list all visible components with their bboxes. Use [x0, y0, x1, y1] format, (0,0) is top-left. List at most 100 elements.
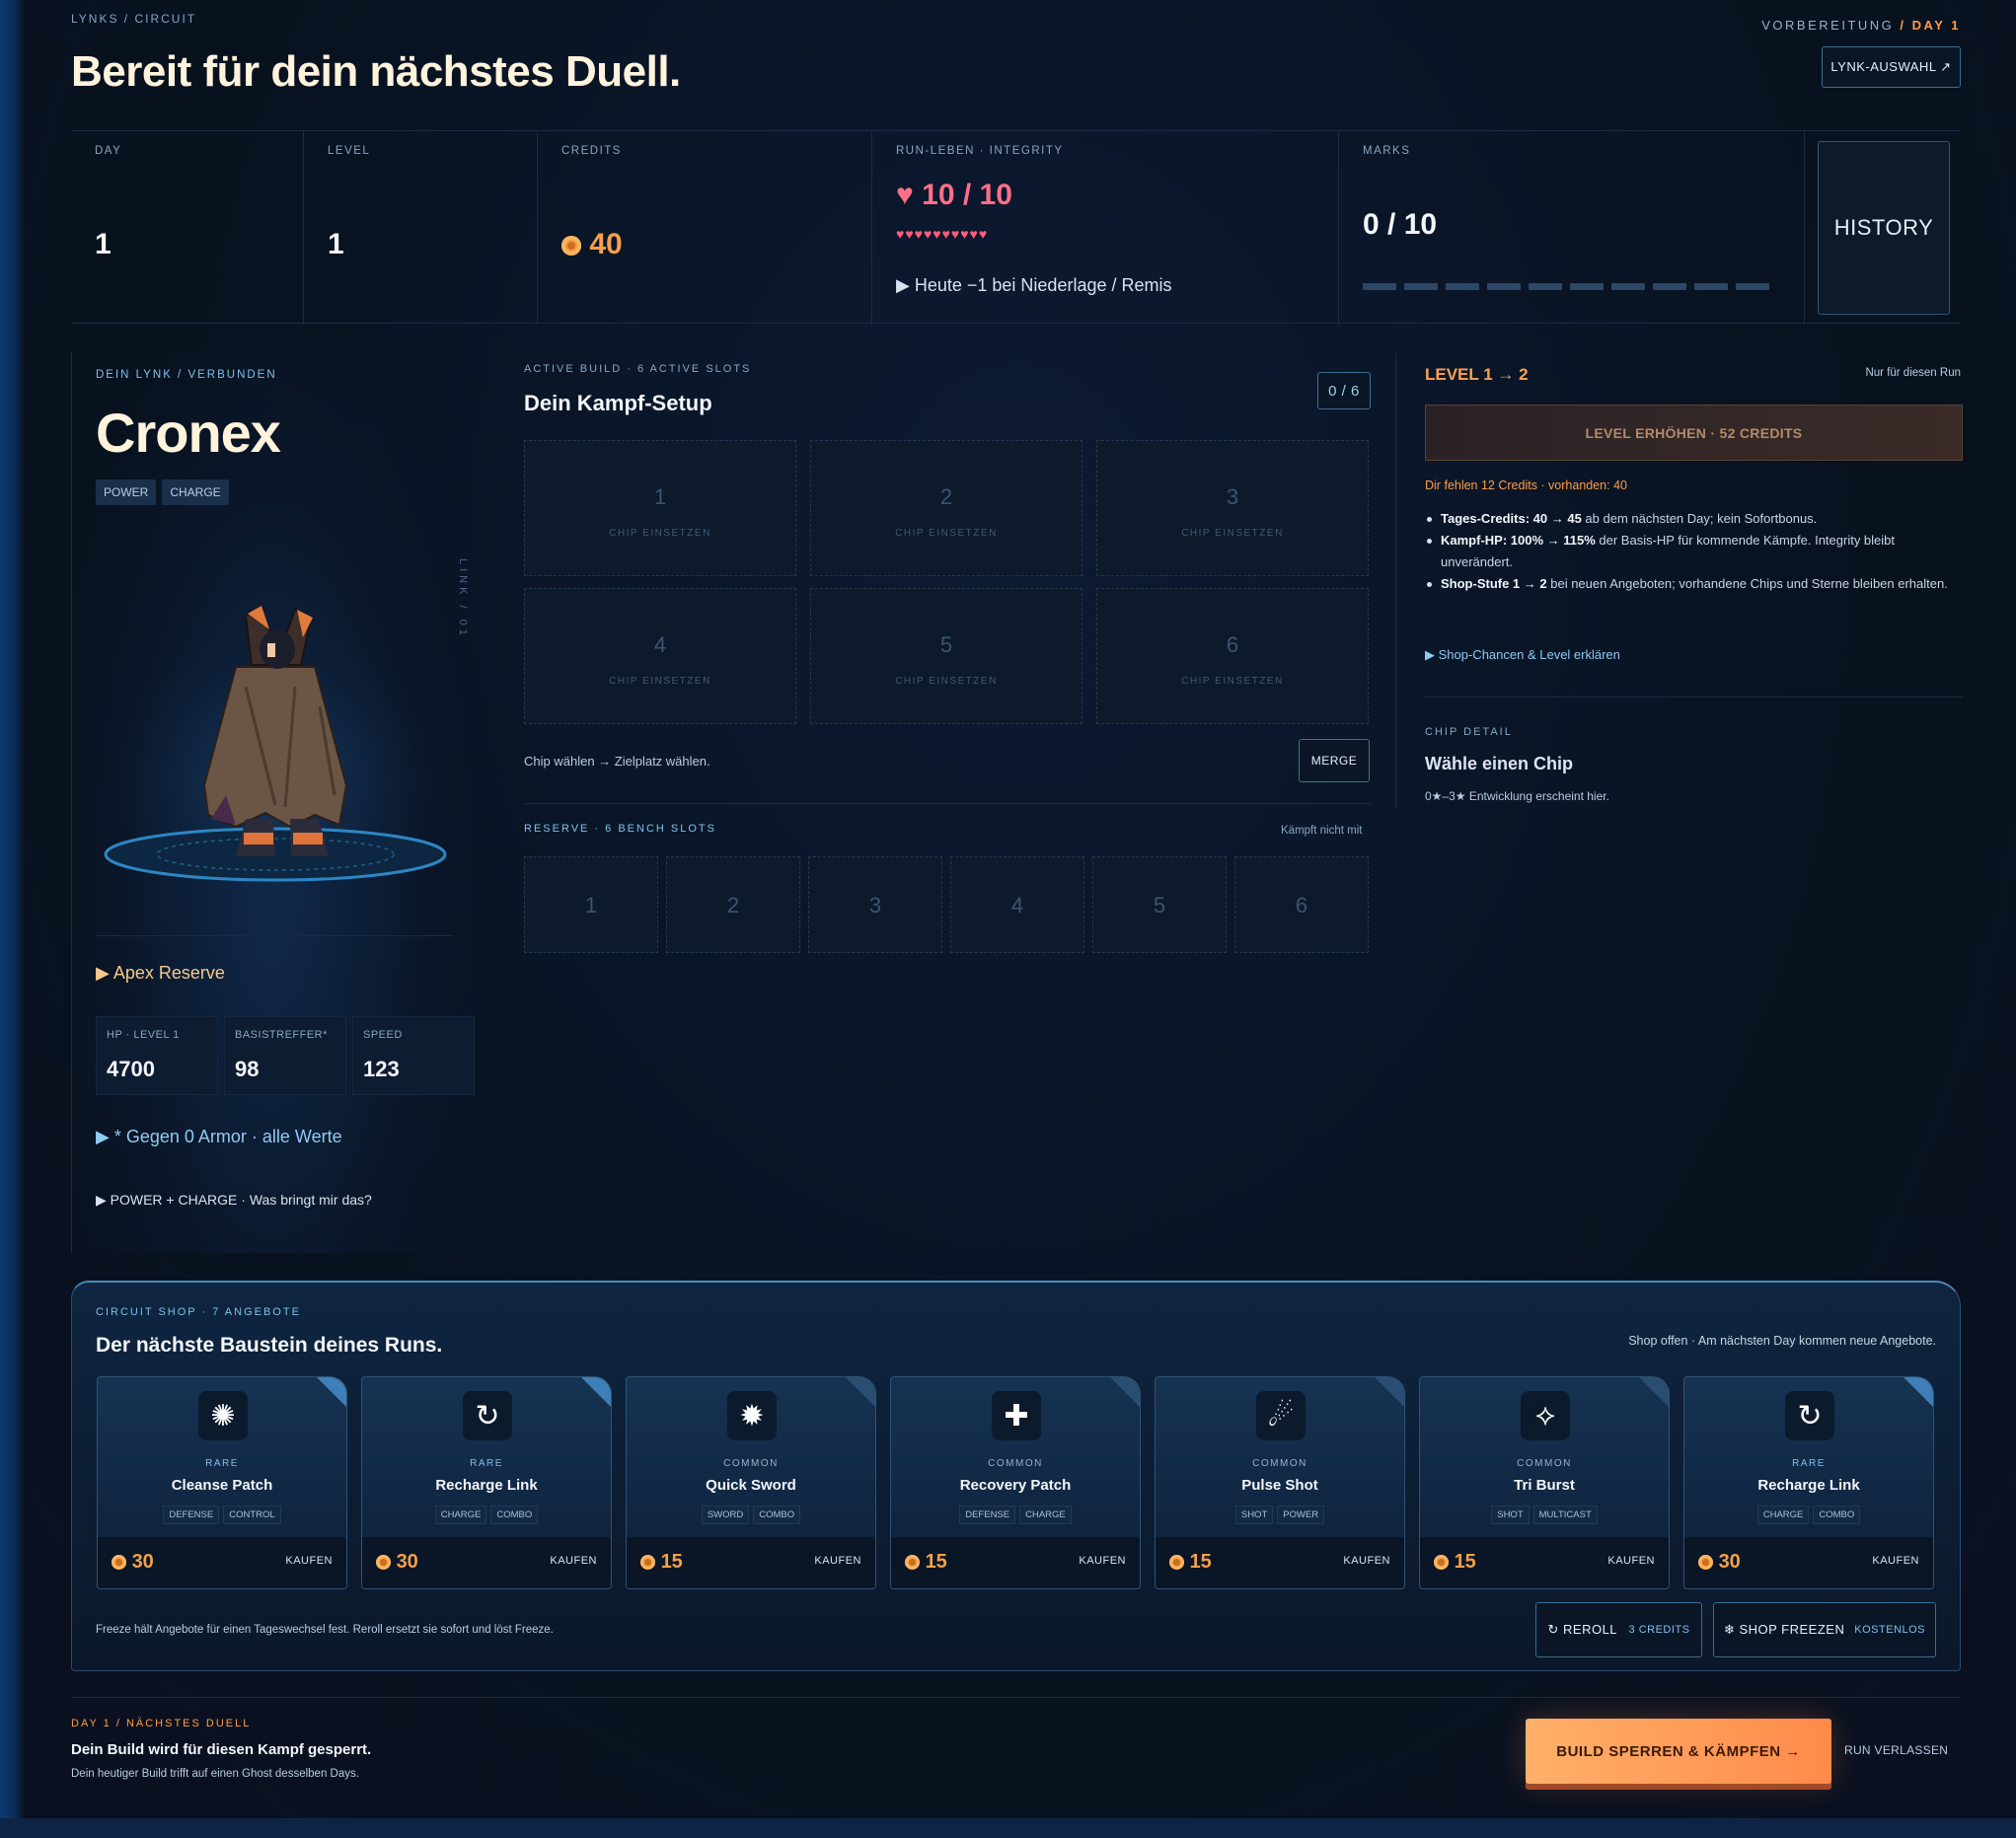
build-slot-2[interactable]: 2 CHIP EINSETZEN	[810, 440, 1083, 576]
benefit-bold: Tages-Credits: 40 → 45	[1441, 511, 1582, 526]
chip-tag: CHARGE	[1019, 1506, 1072, 1524]
buy-button[interactable]: KAUFEN	[1607, 1555, 1655, 1567]
shop-explain-link[interactable]: ▶ Shop-Chancen & Level erklären	[1425, 647, 1620, 663]
buy-button[interactable]: KAUFEN	[814, 1555, 861, 1567]
buy-button[interactable]: KAUFEN	[285, 1555, 333, 1567]
price-value: 15	[1454, 1551, 1476, 1573]
freeze-cost: KOSTENLOS	[1854, 1624, 1926, 1636]
bench-number: 6	[1295, 893, 1308, 918]
shop-card[interactable]: ☄ COMMON Pulse Shot SHOT POWER 15 KAUFEN	[1155, 1376, 1405, 1589]
chip-tags: DEFENSE CHARGE	[891, 1505, 1140, 1524]
price: 15	[640, 1551, 683, 1574]
freeze-label: ❄ SHOP FREEZEN	[1723, 1622, 1845, 1637]
slot-hint: CHIP EINSETZEN	[895, 676, 998, 687]
bench-number: 4	[1010, 893, 1024, 918]
bench-slot-6[interactable]: 6	[1234, 856, 1369, 953]
build-slot-3[interactable]: 3 CHIP EINSETZEN	[1096, 440, 1369, 576]
chip-tag: SHOT	[1234, 1506, 1274, 1524]
benefit-item: Kampf-HP: 100% → 115% der Basis-HP für k…	[1425, 530, 1963, 573]
build-slot-1[interactable]: 1 CHIP EINSETZEN	[524, 440, 796, 576]
hearts-row: ♥♥♥♥♥♥♥♥♥♥	[896, 226, 989, 242]
chip-name: Recharge Link	[435, 1477, 538, 1494]
reroll-cost: 3 CREDITS	[1628, 1624, 1690, 1636]
leave-run-button[interactable]: RUN VERLASSEN	[1844, 1743, 1948, 1757]
bench-number: 2	[726, 893, 740, 918]
lynk-tags: POWER CHARGE	[96, 479, 235, 505]
price-value: 15	[1189, 1551, 1212, 1573]
reserve-note: Kämpft nicht mit	[1281, 825, 1363, 837]
bench-slot-5[interactable]: 5	[1092, 856, 1227, 953]
chip-tag: COMBO	[1813, 1506, 1861, 1524]
shop-card[interactable]: ✚ COMMON Recovery Patch DEFENSE CHARGE 15 KAU…	[890, 1376, 1141, 1589]
stat-label: MARKS	[1363, 145, 1411, 157]
shop-card[interactable]: ↻ RARE Recharge Link CHARGE COMBO 30 KAUFEN	[361, 1376, 612, 1589]
reroll-button[interactable]: ↻ REROLL 3 CREDITS	[1535, 1602, 1702, 1657]
build-slot-6[interactable]: 6 CHIP EINSETZEN	[1096, 588, 1369, 724]
buy-button[interactable]: KAUFEN	[1079, 1555, 1126, 1567]
synergy-toggle[interactable]: ▶ POWER + CHARGE · Was bringt mir das?	[96, 1192, 372, 1209]
mark-slot	[1487, 283, 1521, 290]
phase-indicator: VORBEREITUNG / DAY 1	[1761, 18, 1961, 33]
price-value: 30	[396, 1551, 418, 1573]
stat-integrity: RUN-LEBEN · INTEGRITY ♥ 10 / 10 ♥♥♥♥♥♥♥♥…	[872, 131, 1339, 325]
mark-slot	[1446, 283, 1479, 290]
lynk-eyebrow: DEIN LYNK / VERBUNDEN	[96, 369, 277, 381]
slot-counter: 0 / 6	[1317, 372, 1371, 409]
bench-slot-4[interactable]: 4	[950, 856, 1084, 953]
chip-name: Cleanse Patch	[171, 1477, 273, 1494]
shop-card[interactable]: ✺ RARE Cleanse Patch DEFENSE CONTROL 30 KAUFE…	[97, 1376, 347, 1589]
rarity-label: RARE	[205, 1458, 239, 1469]
chip-tags: CHARGE COMBO	[1684, 1505, 1933, 1524]
rarity-corner	[1904, 1377, 1933, 1407]
chip-name: Recharge Link	[1757, 1477, 1860, 1494]
history-button[interactable]: HISTORY	[1818, 141, 1950, 315]
base-hit-label: BASISTREFFER*	[235, 1029, 328, 1041]
chip-tag: MULTICAST	[1532, 1506, 1598, 1524]
app-frame: LYNKS / CIRCUIT Bereit für dein nächstes…	[24, 0, 2016, 1818]
rarity-label: COMMON	[1517, 1458, 1572, 1469]
build-slot-5[interactable]: 5 CHIP EINSETZEN	[810, 588, 1083, 724]
lynk-select-button[interactable]: LYNK-AUSWAHL ↗	[1822, 46, 1961, 88]
levelup-note: Nur für diesen Run	[1865, 367, 1961, 379]
shop-card[interactable]: ⟡ COMMON Tri Burst SHOT MULTICAST 15 KAUFEN	[1419, 1376, 1670, 1589]
levelup-missing: Dir fehlen 12 Credits · vorhanden: 40	[1425, 478, 1627, 492]
shop-freeze-button[interactable]: ❄ SHOP FREEZEN KOSTENLOS	[1713, 1602, 1936, 1657]
build-slot-4[interactable]: 4 CHIP EINSETZEN	[524, 588, 796, 724]
phase-label: VORBEREITUNG	[1761, 18, 1895, 33]
chip-tag: DEFENSE	[163, 1506, 220, 1524]
chip-tag: COMBO	[490, 1506, 539, 1524]
shop-card[interactable]: ✹ COMMON Quick Sword SWORD COMBO 15 KAUFEN	[626, 1376, 876, 1589]
bench-number: 1	[584, 893, 598, 918]
merge-button[interactable]: MERGE	[1299, 739, 1370, 782]
slot-hint: CHIP EINSETZEN	[1181, 528, 1284, 539]
mark-slot	[1363, 283, 1396, 290]
stat-day: DAY 1	[71, 131, 304, 325]
chip-tags: SHOT POWER	[1156, 1505, 1404, 1524]
slot-number: 6	[1226, 632, 1239, 657]
chip-tag: CHARGE	[434, 1506, 487, 1524]
shop-eyebrow: CIRCUIT SHOP · 7 ANGEBOTE	[96, 1306, 301, 1318]
integrity-hint[interactable]: ▶ Heute −1 bei Niederlage / Remis	[896, 275, 1171, 296]
level-up-button[interactable]: LEVEL ERHÖHEN · 52 CREDITS	[1425, 404, 1963, 461]
slot-number: 2	[939, 484, 953, 509]
chip-detail-hint: 0★–3★ Entwicklung erscheint hier.	[1425, 789, 1609, 803]
bench-slot-1[interactable]: 1	[524, 856, 658, 953]
base-hit-value: 98	[235, 1057, 260, 1081]
bench-slot-2[interactable]: 2	[666, 856, 800, 953]
buy-button[interactable]: KAUFEN	[550, 1555, 597, 1567]
buy-button[interactable]: KAUFEN	[1343, 1555, 1390, 1567]
coin-icon	[561, 236, 581, 257]
base-hit-stat-box: BASISTREFFER* 98	[224, 1016, 346, 1095]
shop-card[interactable]: ↻ RARE Recharge Link CHARGE COMBO 30 KAUFEN	[1683, 1376, 1934, 1589]
benefit-text: ab dem nächsten Day; kein Sofortbonus.	[1581, 511, 1818, 526]
lock-and-fight-button[interactable]: BUILD SPERREN & KÄMPFEN →	[1526, 1719, 1831, 1784]
chip-name: Quick Sword	[706, 1477, 796, 1494]
buy-button[interactable]: KAUFEN	[1872, 1555, 1919, 1567]
stat-credits: CREDITS 40	[538, 131, 872, 325]
price-value: 15	[660, 1551, 683, 1573]
bench-slot-3[interactable]: 3	[808, 856, 942, 953]
reroll-label: ↻ REROLL	[1547, 1622, 1618, 1637]
benefit-bold: Kampf-HP: 100% → 115%	[1441, 533, 1596, 548]
armor-values-toggle[interactable]: ▶ * Gegen 0 Armor · alle Werte	[96, 1127, 342, 1147]
apex-reserve-toggle[interactable]: ▶ Apex Reserve	[96, 963, 225, 984]
